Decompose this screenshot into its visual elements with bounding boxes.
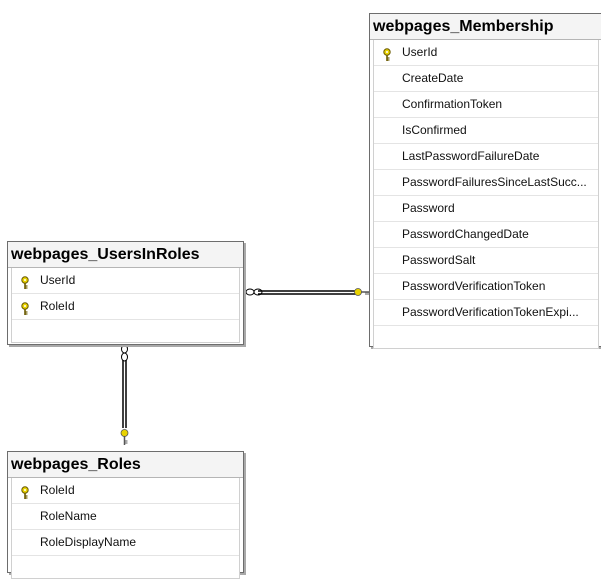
column-name: UserId	[40, 273, 76, 287]
primary-key-icon	[19, 274, 31, 289]
column-name: RoleName	[40, 509, 97, 523]
relationship-usersinroles-membership[interactable]	[245, 288, 369, 296]
column-name: PasswordFailuresSinceLastSucc...	[402, 175, 587, 189]
column-name: Password	[402, 201, 455, 215]
column-name: UserId	[402, 45, 438, 59]
column-name: PasswordChangedDate	[402, 227, 529, 241]
column-name: PasswordVerificationTokenExpi...	[402, 305, 579, 319]
column-row[interactable]: PasswordVerificationTokenExpi...	[374, 300, 598, 326]
column-name: ConfirmationToken	[402, 97, 503, 111]
blank-row	[374, 326, 598, 348]
column-row[interactable]: PasswordChangedDate	[374, 222, 598, 248]
column-row[interactable]: Password	[374, 196, 598, 222]
column-name: RoleId	[40, 299, 75, 313]
infinity-icon	[121, 344, 128, 362]
column-row[interactable]: UserId	[12, 268, 239, 294]
column-row[interactable]: PasswordSalt	[374, 248, 598, 274]
column-list: UserId RoleId	[11, 268, 240, 343]
column-row[interactable]: RoleId	[12, 294, 239, 320]
primary-key-icon	[381, 46, 393, 61]
table-title: webpages_Roles	[8, 452, 243, 478]
relationship-usersinroles-roles[interactable]	[120, 344, 129, 445]
column-list: UserId CreateDate ConfirmationToken IsConfi…	[373, 40, 599, 349]
column-name: CreateDate	[402, 71, 464, 85]
column-name: RoleId	[40, 483, 75, 497]
column-name: LastPasswordFailureDate	[402, 149, 540, 163]
column-row[interactable]: LastPasswordFailureDate	[374, 144, 598, 170]
primary-key-icon	[19, 484, 31, 499]
blank-row	[12, 320, 239, 342]
table-webpages-usersinroles[interactable]: webpages_UsersInRoles UserId RoleId	[7, 241, 244, 345]
column-row[interactable]: PasswordFailuresSinceLastSucc...	[374, 170, 598, 196]
column-name: PasswordVerificationToken	[402, 279, 546, 293]
table-webpages-roles[interactable]: webpages_Roles RoleId RoleName RoleDisplay…	[7, 451, 244, 579]
blank-row	[12, 556, 239, 578]
table-title: webpages_UsersInRoles	[8, 242, 243, 268]
column-row[interactable]: PasswordVerificationToken	[374, 274, 598, 300]
column-name: RoleDisplayName	[40, 535, 137, 549]
primary-key-icon	[19, 300, 31, 315]
column-row[interactable]: ConfirmationToken	[374, 92, 598, 118]
key-icon	[354, 288, 369, 296]
column-row[interactable]: RoleId	[12, 478, 239, 504]
column-list: RoleId RoleName RoleDisplayName	[11, 478, 240, 579]
key-icon	[120, 429, 129, 445]
column-row[interactable]: CreateDate	[374, 66, 598, 92]
column-name: PasswordSalt	[402, 253, 476, 267]
column-row[interactable]: RoleName	[12, 504, 239, 530]
table-title: webpages_Membership	[370, 14, 601, 40]
column-row[interactable]: IsConfirmed	[374, 118, 598, 144]
column-row[interactable]: RoleDisplayName	[12, 530, 239, 556]
table-webpages-membership[interactable]: webpages_Membership UserId CreateDate Conf…	[369, 13, 601, 349]
column-name: IsConfirmed	[402, 123, 467, 137]
column-row[interactable]: UserId	[374, 40, 598, 66]
